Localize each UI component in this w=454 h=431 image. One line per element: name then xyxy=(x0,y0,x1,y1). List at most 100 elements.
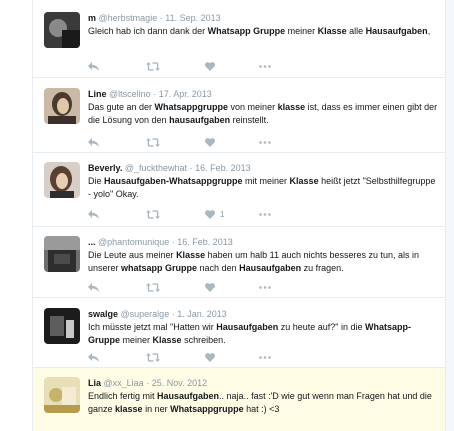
highlighted-keyword: whatsapp Gruppe xyxy=(121,263,198,273)
like-button[interactable] xyxy=(205,351,220,363)
avatar[interactable] xyxy=(44,308,80,344)
heart-icon xyxy=(205,137,215,147)
highlighted-keyword: Hausaufgaben-Whatsappgruppe xyxy=(104,176,243,186)
retweet-button[interactable] xyxy=(146,351,160,363)
text-segment: Das gute an der xyxy=(88,102,155,112)
more-icon xyxy=(259,355,271,359)
more-button[interactable] xyxy=(259,208,271,220)
avatar[interactable] xyxy=(44,162,80,198)
reply-icon xyxy=(88,137,99,147)
user-handle[interactable]: @ltscelino xyxy=(109,89,151,99)
user-name[interactable]: Line xyxy=(88,89,107,99)
reply-icon xyxy=(88,282,99,292)
retweet-icon xyxy=(146,352,160,362)
tweet[interactable]: Lia @xx_Liaa · 25. Nov. 2012 Endlich fer… xyxy=(33,368,445,431)
reply-icon xyxy=(88,209,99,219)
retweet-button[interactable] xyxy=(146,60,160,72)
separator: · xyxy=(146,378,150,388)
reply-icon xyxy=(88,61,99,71)
user-handle[interactable]: @xx_Liaa xyxy=(104,378,144,388)
user-name[interactable]: Lia xyxy=(88,378,101,388)
tweet-date[interactable]: 16. Feb. 2013 xyxy=(177,237,233,247)
highlighted-keyword: Hausaufgaben xyxy=(365,26,428,36)
highlighted-keyword: Klasse xyxy=(176,250,206,260)
separator: · xyxy=(159,13,163,23)
user-handle[interactable]: @herbstmagie xyxy=(99,13,158,23)
separator: · xyxy=(171,309,175,319)
reply-button[interactable] xyxy=(88,351,99,363)
retweet-icon xyxy=(146,137,160,147)
like-button[interactable] xyxy=(205,136,220,148)
tweet-date[interactable]: 16. Feb. 2013 xyxy=(195,163,251,173)
heart-icon xyxy=(205,61,215,71)
reply-button[interactable] xyxy=(88,136,99,148)
tweet-date[interactable]: 11. Sep. 2013 xyxy=(165,13,220,23)
more-button[interactable] xyxy=(259,351,271,363)
text-segment: mit meiner xyxy=(242,176,290,186)
text-segment: zu heute auf?" in die xyxy=(278,322,366,332)
user-name[interactable]: swalge xyxy=(88,309,118,319)
page-gutter xyxy=(446,0,454,431)
tweet-header: Line @ltscelino · 17. Apr. 2013 xyxy=(88,88,439,100)
tweet-date[interactable]: 1. Jan. 2013 xyxy=(177,309,227,319)
tweet-header: Lia @xx_Liaa · 25. Nov. 2012 xyxy=(88,377,439,389)
like-button[interactable]: 1 xyxy=(205,208,224,220)
heart-icon xyxy=(205,282,215,292)
tweet-text: Ich müsste jetzt mal "Hatten wir Hausauf… xyxy=(88,321,439,347)
tweet-actions: 1 xyxy=(88,208,288,220)
more-icon xyxy=(259,64,271,68)
reply-button[interactable] xyxy=(88,281,99,293)
user-name[interactable]: Beverly. xyxy=(88,163,122,173)
heart-icon xyxy=(205,352,215,362)
text-segment: , xyxy=(427,26,431,36)
tweet[interactable]: Line @ltscelino · 17. Apr. 2013 Das gute… xyxy=(33,78,445,153)
tweet[interactable]: ... @phantomunique · 16. Feb. 2013 Die L… xyxy=(33,227,445,298)
highlighted-keyword: Klasse xyxy=(289,176,319,186)
text-segment: hat :) <3 xyxy=(243,404,280,414)
retweet-icon xyxy=(146,209,160,219)
retweet-button[interactable] xyxy=(146,208,160,220)
avatar[interactable] xyxy=(44,236,80,272)
tweet-text: Gleich hab ich dann dank der Whatsapp Gr… xyxy=(88,25,439,38)
highlighted-keyword: Whatsappgruppe xyxy=(170,404,244,414)
separator: · xyxy=(153,89,157,99)
retweet-button[interactable] xyxy=(146,136,160,148)
highlighted-keyword: Hausaufgaben xyxy=(239,263,302,273)
highlighted-keyword: klasse xyxy=(277,102,306,112)
avatar[interactable] xyxy=(44,88,80,124)
tweet[interactable]: swalge @superalge · 1. Jan. 2013 Ich müs… xyxy=(33,298,445,368)
tweet[interactable]: m @herbstmagie · 11. Sep. 2013 Gleich ha… xyxy=(33,0,445,78)
reply-icon xyxy=(88,352,99,362)
like-button[interactable] xyxy=(205,60,220,72)
tweet-header: Beverly. @_fuckthewhat · 16. Feb. 2013 xyxy=(88,162,439,174)
text-segment: schreiben. xyxy=(181,335,226,345)
text-segment: Gleich hab ich dann dank der xyxy=(88,26,208,36)
reply-button[interactable] xyxy=(88,208,99,220)
text-segment: nach den xyxy=(197,263,240,273)
avatar[interactable] xyxy=(44,12,80,48)
more-button[interactable] xyxy=(259,136,271,148)
user-handle[interactable]: @phantomunique xyxy=(98,237,169,247)
text-segment: alle xyxy=(346,26,366,36)
more-icon xyxy=(259,285,271,289)
tweet-date[interactable]: 25. Nov. 2012 xyxy=(152,378,207,388)
user-handle[interactable]: @_fuckthewhat xyxy=(125,163,187,173)
user-handle[interactable]: @superalge xyxy=(121,309,170,319)
reply-button[interactable] xyxy=(88,60,99,72)
avatar[interactable] xyxy=(44,377,80,413)
retweet-button[interactable] xyxy=(146,281,160,293)
like-button[interactable] xyxy=(205,281,220,293)
tweet-actions xyxy=(88,281,288,293)
more-button[interactable] xyxy=(259,281,271,293)
user-name[interactable]: m xyxy=(88,13,96,23)
tweet-date[interactable]: 17. Apr. 2013 xyxy=(159,89,212,99)
text-segment: meiner xyxy=(120,335,153,345)
text-segment: reinstellt. xyxy=(230,115,269,125)
user-name[interactable]: ... xyxy=(88,237,96,247)
tweet[interactable]: Beverly. @_fuckthewhat · 16. Feb. 2013 D… xyxy=(33,153,445,227)
text-segment: in ner xyxy=(142,404,171,414)
text-segment: meiner xyxy=(285,26,318,36)
tweet-actions xyxy=(88,60,288,72)
more-button[interactable] xyxy=(259,60,271,72)
highlighted-keyword: Whatsapp Gruppe xyxy=(207,26,286,36)
